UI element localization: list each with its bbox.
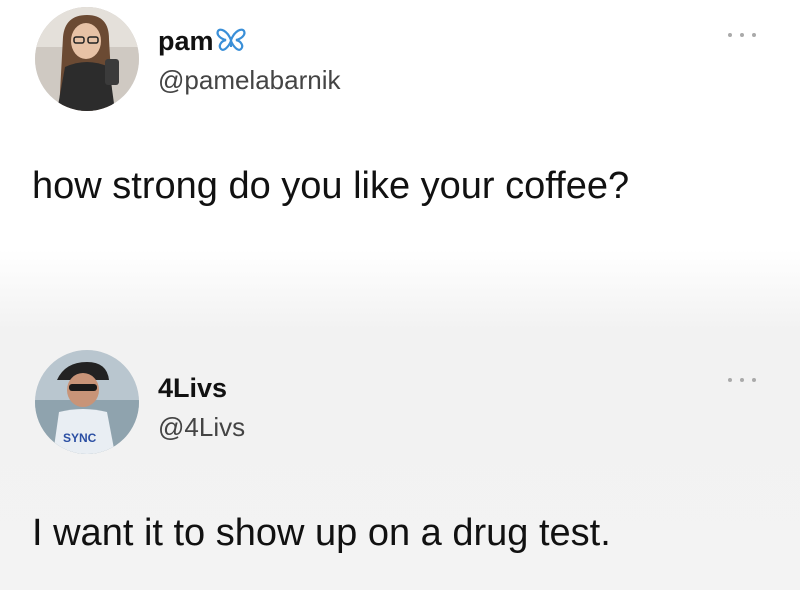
- handle[interactable]: @pamelabarnik: [158, 65, 340, 96]
- handle[interactable]: @4Livs: [158, 412, 245, 443]
- svg-text:SYNC: SYNC: [63, 431, 97, 445]
- tweet-pamelabarnik[interactable]: pam @pamelabarnik how strong do you like…: [0, 0, 800, 300]
- more-options-icon[interactable]: [728, 30, 756, 40]
- butterfly-icon: [216, 27, 246, 53]
- display-name[interactable]: 4Livs: [158, 373, 227, 404]
- avatar-photo: [35, 7, 139, 111]
- tweet-text: how strong do you like your coffee?: [32, 165, 630, 207]
- avatar-photo: SYNC: [35, 350, 139, 454]
- display-name-label: pam: [158, 26, 214, 56]
- avatar[interactable]: SYNC: [35, 350, 139, 454]
- avatar[interactable]: [35, 7, 139, 111]
- display-name[interactable]: pam: [158, 26, 246, 57]
- tweet-text: I want it to show up on a drug test.: [32, 512, 611, 554]
- tweet-4livs[interactable]: SYNC 4Livs @4Livs I want it to show up o…: [0, 330, 800, 590]
- more-options-icon[interactable]: [728, 375, 756, 385]
